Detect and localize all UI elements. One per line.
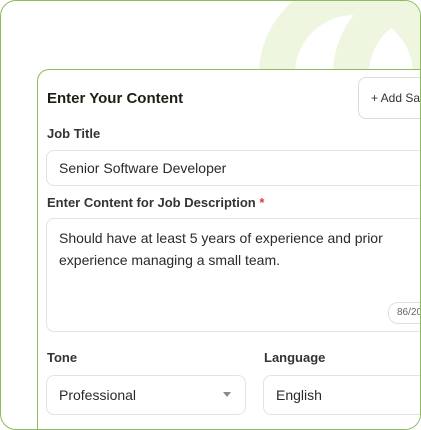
outer-frame: Enter Your Content + Add Sample Job Titl…: [0, 0, 421, 430]
required-marker: *: [259, 195, 265, 210]
job-title-input[interactable]: Senior Software Developer: [46, 150, 420, 186]
job-description-textarea[interactable]: Should have at least 5 years of experien…: [46, 218, 420, 332]
tone-select[interactable]: Professional: [46, 375, 246, 415]
language-label: Language: [264, 350, 326, 365]
add-sample-button[interactable]: + Add Sample: [358, 77, 420, 119]
content-form-card: Enter Your Content + Add Sample Job Titl…: [37, 69, 420, 429]
character-counter: 86/2000: [388, 302, 420, 324]
form-title: Enter Your Content: [47, 90, 184, 107]
chevron-down-icon: [223, 392, 231, 397]
language-selected-value: English: [276, 387, 322, 403]
tone-selected-value: Professional: [59, 387, 137, 403]
job-title-label: Job Title: [47, 126, 101, 141]
job-description-label: Enter Content for Job Description *: [47, 195, 264, 210]
job-description-label-text: Enter Content for Job Description: [47, 195, 256, 210]
language-select[interactable]: English: [263, 375, 420, 415]
tone-label: Tone: [47, 350, 78, 365]
